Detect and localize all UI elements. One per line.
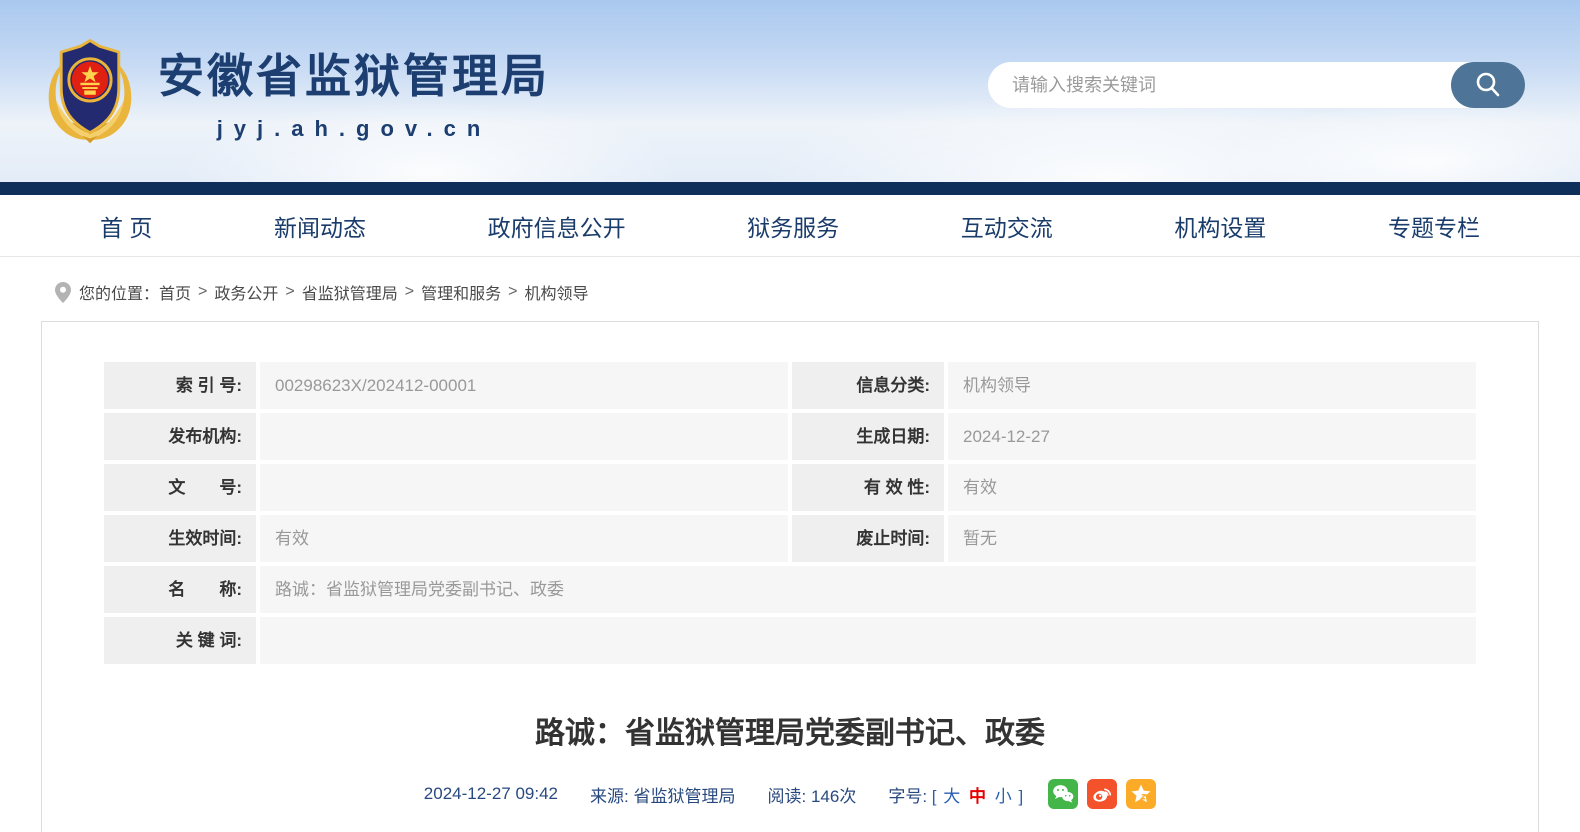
nav-item-gov-info[interactable]: 政府信息公开	[488, 209, 626, 243]
info-label: 信息分类:	[792, 362, 944, 409]
info-value	[260, 617, 1476, 664]
info-label: 关 键 词:	[104, 617, 256, 664]
nav-item-prison-services[interactable]: 狱务服务	[747, 209, 839, 243]
content-panel: 索 引 号: 00298623X/202412-00001 信息分类: 机构领导…	[41, 321, 1539, 832]
info-value: 有效	[948, 464, 1476, 511]
breadcrumb-separator: >	[285, 283, 295, 300]
nav-item-news[interactable]: 新闻动态	[274, 209, 366, 243]
breadcrumb-item-bureau[interactable]: 省监狱管理局	[302, 280, 398, 304]
site-header: 安徽省监狱管理局 jyj.ah.gov.cn	[0, 0, 1580, 182]
info-label: 文 号:	[104, 464, 256, 511]
header-divider-bar	[0, 182, 1580, 195]
fontsize-label: 字号:	[888, 786, 928, 806]
police-badge-icon	[48, 38, 132, 144]
share-qzone-button[interactable]	[1126, 779, 1157, 809]
breadcrumb-separator: >	[198, 283, 208, 300]
info-row: 名 称: 路诚：省监狱管理局党委副书记、政委	[104, 566, 1476, 613]
fontsize-large-button[interactable]: 大	[943, 787, 960, 806]
info-row: 文 号: 有 效 性: 有效	[104, 464, 1476, 511]
breadcrumb-item-home[interactable]: 首页	[159, 280, 191, 304]
fontsize-selector: 字号: [ 大 中 小 ]	[888, 782, 1023, 807]
info-label: 生成日期:	[792, 413, 944, 460]
article-title: 路诚：省监狱管理局党委副书记、政委	[535, 717, 1045, 750]
info-row: 生效时间: 有效 废止时间: 暂无	[104, 515, 1476, 562]
info-value: 暂无	[948, 515, 1476, 562]
site-logo[interactable]: 安徽省监狱管理局 jyj.ah.gov.cn	[42, 32, 550, 146]
breadcrumb-separator: >	[508, 283, 518, 300]
weibo-icon	[1093, 788, 1112, 802]
info-label: 索 引 号:	[104, 362, 256, 409]
breadcrumb-item-management[interactable]: 管理和服务	[421, 280, 501, 304]
nav-item-special-topics[interactable]: 专题专栏	[1388, 209, 1480, 243]
info-value	[260, 413, 788, 460]
fontsize-bracket-open: [	[931, 786, 937, 806]
info-label: 名 称:	[104, 566, 256, 613]
info-value: 有效	[260, 515, 788, 562]
info-value	[260, 464, 788, 511]
views-label: 阅读:	[767, 786, 807, 806]
main-nav: 首 页 新闻动态 政府信息公开 狱务服务 互动交流 机构设置 专题专栏	[0, 195, 1580, 257]
info-row: 关 键 词:	[104, 617, 1476, 664]
breadcrumb: 您的位置： 首页 > 政务公开 > 省监狱管理局 > 管理和服务 > 机构领导	[0, 257, 1580, 321]
fontsize-medium-button[interactable]: 中	[969, 787, 986, 806]
info-label: 废止时间:	[792, 515, 944, 562]
breadcrumb-item-leaders[interactable]: 机构领导	[524, 280, 588, 304]
article-datetime: 2024-12-27 09:42	[423, 784, 559, 803]
nav-item-organization[interactable]: 机构设置	[1174, 209, 1266, 243]
info-label: 发布机构:	[104, 413, 256, 460]
fontsize-bracket-close: ]	[1018, 786, 1024, 806]
article-views: 阅读: 146次	[767, 782, 856, 807]
info-value: 00298623X/202412-00001	[260, 362, 788, 409]
location-pin-icon	[55, 281, 71, 303]
share-weibo-button[interactable]	[1087, 779, 1118, 809]
info-value: 机构领导	[948, 362, 1476, 409]
search-button[interactable]	[1451, 62, 1525, 108]
wechat-icon	[1053, 785, 1074, 803]
search-icon	[1476, 72, 1500, 97]
article-source: 来源: 省监狱管理局	[590, 782, 735, 807]
search-input[interactable]	[988, 62, 1451, 108]
info-label: 生效时间:	[104, 515, 256, 562]
site-domain: jyj.ah.gov.cn	[216, 116, 492, 141]
article-meta: 2024-12-27 09:42 来源: 省监狱管理局 阅读: 146次 字号:…	[104, 779, 1476, 809]
source-value: 省监狱管理局	[633, 786, 736, 806]
info-value: 路诚：省监狱管理局党委副书记、政委	[260, 566, 1476, 613]
source-label: 来源:	[590, 786, 629, 806]
fontsize-small-button[interactable]: 小	[995, 787, 1012, 806]
info-row: 发布机构: 生成日期: 2024-12-27	[104, 413, 1476, 460]
breadcrumb-item-gov-open[interactable]: 政务公开	[214, 280, 278, 304]
breadcrumb-separator: >	[404, 283, 415, 300]
search-box	[988, 62, 1525, 108]
info-label: 有 效 性:	[792, 464, 944, 511]
info-value: 2024-12-27	[948, 413, 1476, 460]
share-wechat-button[interactable]	[1048, 779, 1079, 809]
views-value: 146次	[810, 786, 857, 806]
breadcrumb-label: 您的位置：	[79, 286, 160, 303]
share-buttons	[1039, 779, 1157, 809]
site-title: 安徽省监狱管理局	[158, 51, 550, 102]
info-row: 索 引 号: 00298623X/202412-00001 信息分类: 机构领导	[104, 362, 1476, 409]
nav-item-interaction[interactable]: 互动交流	[961, 209, 1053, 243]
nav-item-home[interactable]: 首 页	[100, 209, 152, 243]
qzone-star-icon	[1131, 784, 1151, 803]
